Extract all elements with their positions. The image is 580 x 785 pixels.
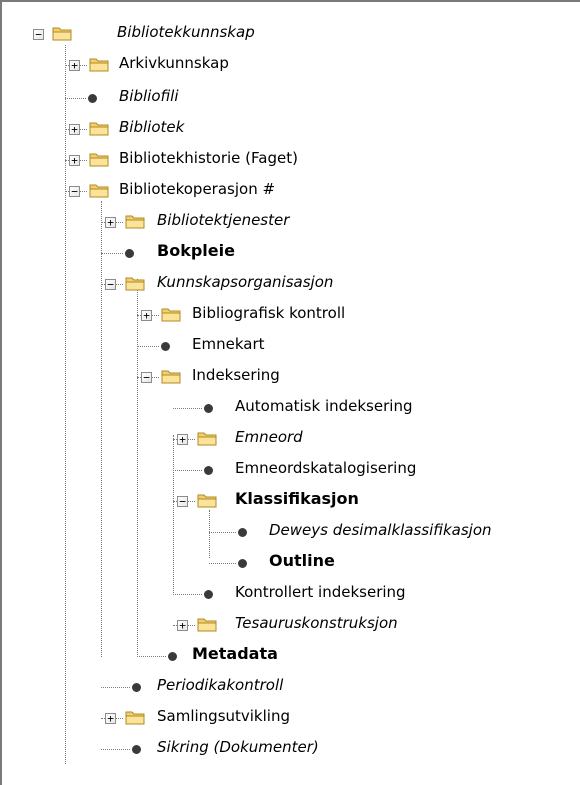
tree-node-label[interactable]: Bibliotekhistorie (Faget) <box>117 148 300 168</box>
tree-connector-line <box>173 594 202 595</box>
expand-toggle-icon[interactable]: + <box>69 60 80 71</box>
tree-connector-line <box>209 532 236 533</box>
tree-connector-line <box>173 470 202 471</box>
tree-connector-line <box>137 656 166 657</box>
tree-node-label[interactable]: Kontrollert indeksering <box>233 582 408 602</box>
expand-toggle-icon[interactable]: + <box>105 713 116 724</box>
tree-border-left <box>0 0 2 785</box>
bullet-icon <box>204 590 213 599</box>
tree-node-label[interactable]: Bokpleie <box>155 241 237 261</box>
tree-node-label[interactable]: Emneordskatalogisering <box>233 458 418 478</box>
collapse-toggle-icon[interactable]: − <box>177 496 188 507</box>
folder-icon <box>89 122 109 136</box>
tree-node-label[interactable]: Bibliotek <box>117 117 186 137</box>
tree-connector-line <box>173 408 202 409</box>
folder-icon <box>52 27 72 41</box>
bullet-icon <box>238 559 247 568</box>
bullet-icon <box>125 249 134 258</box>
tree-node-label[interactable]: Sikring (Dokumenter) <box>155 737 321 757</box>
tree-node-label[interactable]: Klassifikasjon <box>233 489 361 509</box>
tree-guide-line <box>101 201 102 657</box>
bullet-icon <box>132 683 141 692</box>
tree-node-label[interactable]: Samlingsutvikling <box>155 706 292 726</box>
tree-node-label[interactable]: Indeksering <box>190 365 282 385</box>
tree-node-label[interactable]: Bibliotekkunnskap <box>115 22 257 42</box>
tree-node-label[interactable]: Outline <box>267 551 337 571</box>
folder-icon <box>125 711 145 725</box>
tree-node-label[interactable]: Periodikakontroll <box>155 675 285 695</box>
tree-guide-line <box>65 45 66 764</box>
tree-guide-line <box>209 510 210 558</box>
tree-node-label[interactable]: Emneord <box>233 427 305 447</box>
folder-icon <box>125 215 145 229</box>
folder-icon <box>161 370 181 384</box>
tree-guide-line <box>173 435 174 595</box>
tree-node-label[interactable]: Bibliotekoperasjon # <box>117 179 277 199</box>
folder-icon <box>197 494 217 508</box>
tree-connector-line <box>65 98 86 99</box>
folder-icon <box>89 153 109 167</box>
tree-node-label[interactable]: Emnekart <box>190 334 267 354</box>
expand-toggle-icon[interactable]: + <box>69 124 80 135</box>
tree-node-label[interactable]: Tesauruskonstruksjon <box>233 613 400 633</box>
expand-toggle-icon[interactable]: + <box>105 217 116 228</box>
tree-node-label[interactable]: Bibliografisk kontroll <box>190 303 347 323</box>
collapse-toggle-icon[interactable]: − <box>141 372 152 383</box>
folder-icon <box>197 432 217 446</box>
bullet-icon <box>88 94 97 103</box>
bullet-icon <box>161 342 170 351</box>
bullet-icon <box>204 404 213 413</box>
tree-node-label[interactable]: Metadata <box>190 644 280 664</box>
folder-icon <box>89 58 109 72</box>
tree-border-top <box>0 0 580 2</box>
collapse-toggle-icon[interactable]: − <box>33 29 44 40</box>
tree-node-label[interactable]: Arkivkunnskap <box>117 53 231 73</box>
folder-icon <box>161 308 181 322</box>
expand-toggle-icon[interactable]: + <box>69 155 80 166</box>
collapse-toggle-icon[interactable]: − <box>69 186 80 197</box>
tree-node-label[interactable]: Bibliofili <box>117 86 181 106</box>
tree-node-label[interactable]: Kunnskapsorganisasjon <box>155 272 335 292</box>
tree-guide-line <box>137 279 138 657</box>
bullet-icon <box>238 528 247 537</box>
tree-view[interactable]: Bibliotekkunnskap Arkivkunnskap Bibliofi… <box>0 0 580 785</box>
expand-toggle-icon[interactable]: + <box>177 620 188 631</box>
tree-connector-line <box>101 749 130 750</box>
tree-node-label[interactable]: Deweys desimalklassifikasjon <box>267 520 494 540</box>
tree-node-label[interactable]: Automatisk indeksering <box>233 396 414 416</box>
expand-toggle-icon[interactable]: + <box>177 434 188 445</box>
folder-icon <box>125 277 145 291</box>
bullet-icon <box>204 466 213 475</box>
tree-connector-line <box>101 253 123 254</box>
folder-icon <box>197 618 217 632</box>
collapse-toggle-icon[interactable]: − <box>105 279 116 290</box>
tree-connector-line <box>101 687 130 688</box>
tree-connector-line <box>137 346 159 347</box>
expand-toggle-icon[interactable]: + <box>141 310 152 321</box>
tree-node-label[interactable]: Bibliotektjenester <box>155 210 291 230</box>
tree-connector-line <box>209 563 236 564</box>
folder-icon <box>89 184 109 198</box>
bullet-icon <box>132 745 141 754</box>
bullet-icon <box>168 652 177 661</box>
